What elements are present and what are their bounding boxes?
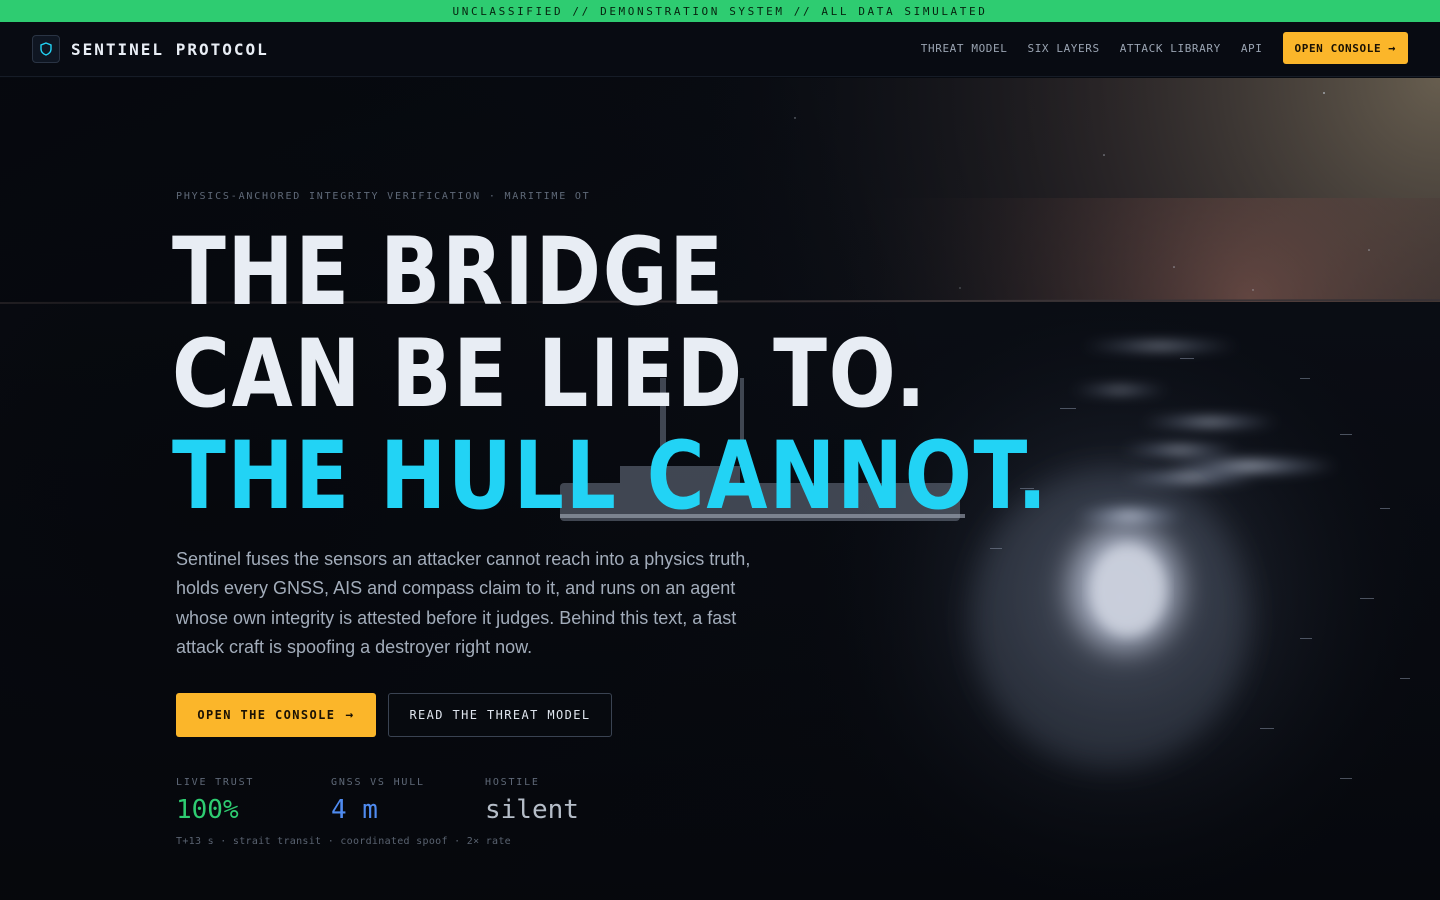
nav-link-api[interactable]: API <box>1241 42 1263 55</box>
brand-name: SENTINEL PROTOCOL <box>71 39 269 59</box>
nav-link-six-layers[interactable]: SIX LAYERS <box>1027 42 1099 55</box>
brand[interactable]: SENTINEL PROTOCOL <box>32 35 269 63</box>
stat-gnss-vs-hull: GNSS VS HULL 4 m <box>331 777 425 825</box>
headline-line-3: THE HULL CANNOT. <box>172 422 1049 531</box>
stat-value: 100% <box>176 795 239 825</box>
headline-line-1: THE BRIDGE <box>172 218 725 327</box>
arrow-right-icon: → <box>345 707 355 723</box>
simulation-status-footnote: T+13 s · strait transit · coordinated sp… <box>176 836 511 847</box>
banner-text: UNCLASSIFIED // DEMONSTRATION SYSTEM // … <box>452 4 988 18</box>
nav-link-attack-library[interactable]: ATTACK LIBRARY <box>1120 42 1221 55</box>
read-threat-model-button[interactable]: READ THE THREAT MODEL <box>388 693 612 737</box>
stat-label: HOSTILE <box>485 777 540 788</box>
nav-links: THREAT MODEL SIX LAYERS ATTACK LIBRARY A… <box>921 32 1408 64</box>
hero-description: Sentinel fuses the sensors an attacker c… <box>176 549 751 657</box>
stat-label: GNSS VS HULL <box>331 777 425 788</box>
open-the-console-button[interactable]: OPEN THE CONSOLE → <box>176 693 376 737</box>
classification-banner: UNCLASSIFIED // DEMONSTRATION SYSTEM // … <box>0 0 1440 22</box>
nav-link-threat-model[interactable]: THREAT MODEL <box>921 42 1008 55</box>
hero-headline: THE BRIDGE CAN BE LIED TO. THE HULL CANN… <box>172 222 1216 528</box>
stat-value: silent <box>485 795 579 825</box>
stat-live-trust: LIVE TRUST 100% <box>176 777 254 825</box>
stat-label: LIVE TRUST <box>176 777 255 788</box>
open-console-label: OPEN CONSOLE <box>1294 41 1382 55</box>
stat-hostile: HOSTILE silent <box>485 777 579 825</box>
open-the-console-label: OPEN THE CONSOLE <box>197 708 336 722</box>
read-threat-model-label: READ THE THREAT MODEL <box>409 708 591 722</box>
open-console-button[interactable]: OPEN CONSOLE → <box>1282 32 1408 64</box>
top-navbar: SENTINEL PROTOCOL THREAT MODEL SIX LAYER… <box>0 22 1440 77</box>
headline-line-2: CAN BE LIED TO. <box>172 320 928 429</box>
stat-value: 4 m <box>331 795 378 825</box>
hero-eyebrow: PHYSICS-ANCHORED INTEGRITY VERIFICATION … <box>176 191 591 202</box>
shield-icon <box>32 35 60 63</box>
arrow-right-icon: → <box>1388 41 1396 55</box>
